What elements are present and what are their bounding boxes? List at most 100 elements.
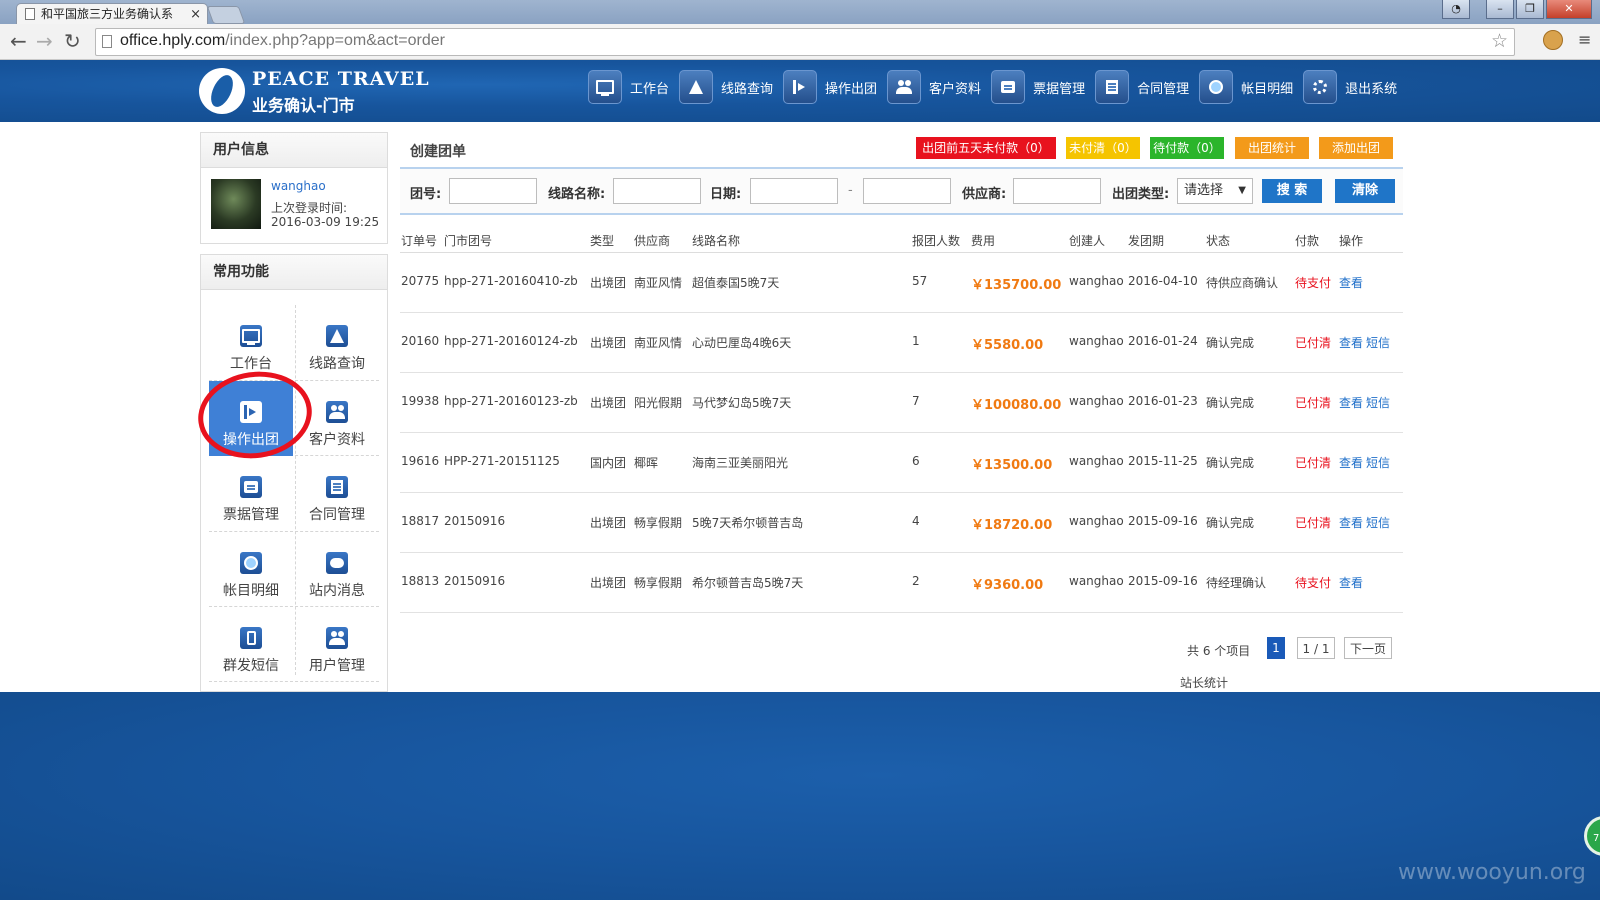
ticket-icon (240, 476, 262, 498)
cell-route: 5晚7天希尔顿普吉岛 (692, 516, 804, 530)
close-window-icon[interactable]: ✕ (1546, 0, 1592, 19)
cell-type: 出境团 (590, 396, 627, 410)
cell-fee: ￥135700.00 (971, 278, 1062, 293)
route-name-input[interactable] (613, 178, 701, 204)
cookie-extension-icon[interactable] (1543, 30, 1563, 50)
func-messages[interactable]: 站内消息 (295, 532, 379, 607)
sms-link[interactable]: 短信 (1366, 394, 1390, 411)
cell-pay: 已付清 (1295, 516, 1332, 530)
back-icon[interactable]: ← (10, 30, 27, 52)
maximize-icon[interactable]: ❐ (1516, 0, 1544, 19)
profile-icon[interactable]: ◔ (1442, 0, 1470, 19)
monitor-icon (588, 70, 622, 104)
users-icon (326, 627, 348, 649)
date-label: 日期: (710, 187, 742, 202)
username-link[interactable]: wanghao (271, 179, 326, 193)
forward-icon[interactable]: → (36, 30, 53, 52)
date-start-input[interactable] (750, 178, 838, 204)
cell-order: 20775 (401, 274, 440, 288)
add-group-button[interactable]: 添加出团 (1319, 137, 1393, 159)
next-page-button[interactable]: 下一页 (1344, 637, 1392, 659)
minimize-icon[interactable]: – (1486, 0, 1514, 19)
new-tab-button[interactable] (206, 6, 246, 24)
window-controls: ◔ – ❐ ✕ (1440, 0, 1592, 20)
cell-order: 19938 (401, 394, 440, 408)
nav-accounts[interactable]: 帐目明细 (1199, 70, 1293, 104)
cell-route: 心动巴厘岛4晚6天 (692, 336, 792, 350)
cell-supplier: 椰晖 (634, 456, 659, 470)
view-link[interactable]: 查看 (1339, 334, 1363, 351)
pending-payment-button[interactable]: 待付款（0） (1150, 137, 1224, 159)
col-type: 类型 (590, 234, 615, 248)
sms-link[interactable]: 短信 (1366, 334, 1390, 351)
group-no-label: 团号: (410, 187, 442, 202)
view-link[interactable]: 查看 (1339, 274, 1363, 291)
users-icon (326, 401, 348, 423)
address-bar[interactable]: office.hply.com/index.php?app=om&act=ord… (95, 28, 1515, 56)
func-user-admin[interactable]: 用户管理 (295, 607, 379, 682)
cell-store-no: 20150916 (444, 514, 506, 528)
date-end-input[interactable] (863, 178, 951, 204)
ship-icon (326, 325, 348, 347)
sms-link[interactable]: 短信 (1366, 514, 1390, 531)
supplier-input[interactable] (1013, 178, 1101, 204)
cell-status: 确认完成 (1206, 336, 1255, 350)
cell-fee: ￥9360.00 (971, 578, 1044, 593)
sms-link[interactable]: 短信 (1366, 454, 1390, 471)
col-supplier: 供应商 (634, 234, 671, 248)
cell-type: 出境团 (590, 516, 627, 530)
group-type-select[interactable]: 请选择 ▼ (1177, 178, 1253, 204)
search-button[interactable]: 搜 索 (1262, 179, 1322, 203)
func-sms[interactable]: 群发短信 (209, 607, 293, 682)
not-settled-button[interactable]: 未付清（0） (1066, 137, 1140, 159)
nav-operate-group[interactable]: 操作出团 (783, 70, 877, 104)
view-link[interactable]: 查看 (1339, 394, 1363, 411)
tab-close-icon[interactable]: × (190, 4, 201, 25)
stats-link[interactable]: 站长统计 (1180, 674, 1228, 691)
browser-tab[interactable]: 和平国旅三方业务确认系 × (16, 3, 208, 25)
nav-logout[interactable]: 退出系统 (1303, 70, 1397, 104)
cell-type: 出境团 (590, 576, 627, 590)
message-icon (326, 552, 348, 574)
group-no-input[interactable] (449, 178, 537, 204)
func-tickets[interactable]: 票据管理 (209, 456, 293, 531)
nav-workbench[interactable]: 工作台 (588, 70, 669, 104)
func-accounts[interactable]: 帐目明细 (209, 532, 293, 607)
func-route-query[interactable]: 线路查询 (295, 305, 379, 380)
browser-menu-icon[interactable]: ≡ (1578, 32, 1591, 48)
reload-icon[interactable]: ↻ (64, 30, 81, 52)
top-nav: 工作台 线路查询 操作出团 客户资料 票据管理 合同管理 帐目明细 退出系统 (588, 70, 1407, 104)
page-current[interactable]: 1 (1267, 637, 1285, 659)
col-people: 报团人数 (912, 234, 961, 248)
ticket-icon (991, 70, 1026, 104)
view-link[interactable]: 查看 (1339, 454, 1363, 471)
unpaid-5days-button[interactable]: 出团前五天未付款（0） (916, 137, 1056, 159)
browser-toolbar: ← → ↻ office.hply.com/index.php?app=om&a… (0, 24, 1600, 60)
site-header: PEACE TRAVEL 业务确认-门市 工作台 线路查询 操作出团 客户资料 … (0, 60, 1600, 122)
cell-creator: wanghao (1069, 334, 1124, 348)
table-row: 20775 hpp-271-20160410-zb 出境团 南亚风情 超值泰国5晚7天 5… (400, 252, 1403, 313)
users-icon (887, 70, 922, 104)
cell-status: 待供应商确认 (1206, 276, 1279, 290)
nav-tickets[interactable]: 票据管理 (991, 70, 1085, 104)
cell-order: 18817 (401, 514, 440, 528)
nav-contracts[interactable]: 合同管理 (1095, 70, 1189, 104)
table-row: 20160 hpp-271-20160124-zb 出境团 南亚风情 心动巴厘岛4晚6天… (400, 312, 1403, 373)
cell-pay: 已付清 (1295, 396, 1332, 410)
bookmark-star-icon[interactable]: ☆ (1491, 30, 1508, 52)
nav-route-query[interactable]: 线路查询 (679, 70, 773, 104)
cell-pay: 待支付 (1295, 276, 1332, 290)
cell-date: 2016-01-24 (1128, 334, 1198, 348)
cell-creator: wanghao (1069, 514, 1124, 528)
group-stats-button[interactable]: 出团统计 (1235, 137, 1309, 159)
func-workbench[interactable]: 工作台 (209, 305, 293, 380)
view-link[interactable]: 查看 (1339, 574, 1363, 591)
func-contracts[interactable]: 合同管理 (295, 456, 379, 531)
clear-button[interactable]: 清除 (1335, 179, 1395, 203)
cell-date: 2015-11-25 (1128, 454, 1198, 468)
cell-type: 国内团 (590, 456, 627, 470)
monitor-icon (240, 325, 262, 347)
nav-customers[interactable]: 客户资料 (887, 70, 981, 104)
view-link[interactable]: 查看 (1339, 514, 1363, 531)
cell-fee: ￥13500.00 (971, 458, 1053, 473)
